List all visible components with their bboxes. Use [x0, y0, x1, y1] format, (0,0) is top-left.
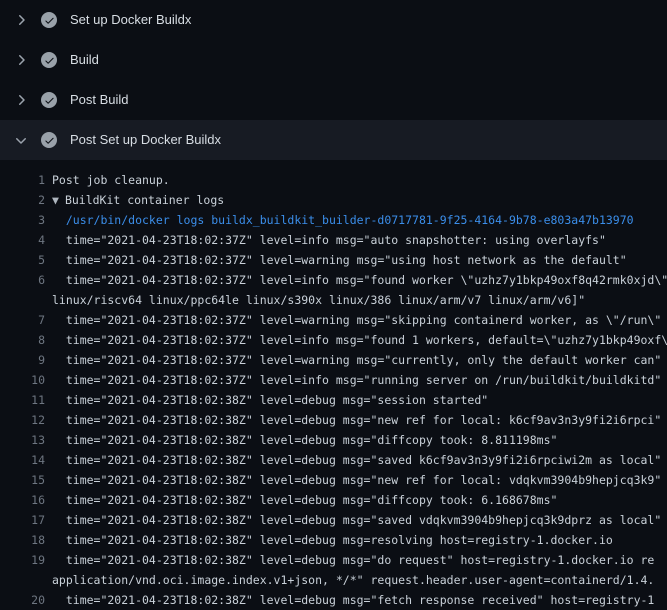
- line-number[interactable]: 17: [0, 510, 45, 530]
- step-header-post-set-up-docker-buildx[interactable]: Post Set up Docker Buildx: [0, 120, 667, 160]
- line-number[interactable]: 10: [0, 370, 45, 390]
- log-line: 9 time="2021-04-23T18:02:37Z" level=warn…: [0, 350, 667, 370]
- line-number: [0, 290, 45, 310]
- log-line: 15 time="2021-04-23T18:02:38Z" level=deb…: [0, 470, 667, 490]
- log-line: 16 time="2021-04-23T18:02:38Z" level=deb…: [0, 490, 667, 510]
- log-line: 6 time="2021-04-23T18:02:37Z" level=info…: [0, 270, 667, 290]
- log-line: 12 time="2021-04-23T18:02:38Z" level=deb…: [0, 410, 667, 430]
- line-number[interactable]: 6: [0, 270, 45, 290]
- line-number: [0, 570, 45, 590]
- log-message-text: time="2021-04-23T18:02:37Z" level=info m…: [52, 330, 667, 350]
- log-line: 14 time="2021-04-23T18:02:38Z" level=deb…: [0, 450, 667, 470]
- check-circle-icon: [41, 12, 57, 28]
- step-label: Build: [70, 52, 99, 68]
- log-message-text: time="2021-04-23T18:02:38Z" level=debug …: [52, 550, 654, 570]
- log-message-text: linux/riscv64 linux/ppc64le linux/s390x …: [52, 290, 585, 310]
- log-message-text: time="2021-04-23T18:02:37Z" level=warnin…: [52, 350, 661, 370]
- log-message-text: time="2021-04-23T18:02:37Z" level=info m…: [52, 230, 606, 250]
- log-message-text: application/vnd.oci.image.index.v1+json,…: [52, 570, 654, 590]
- check-circle-icon: [41, 92, 57, 108]
- log-message-text: time="2021-04-23T18:02:37Z" level=info m…: [52, 270, 667, 290]
- line-number[interactable]: 1: [0, 170, 45, 190]
- log-group-title[interactable]: BuildKit container logs: [65, 193, 224, 207]
- step-log-output: 1 Post job cleanup. 2 ▼ BuildKit container l…: [0, 160, 667, 610]
- log-line: 1 Post job cleanup.: [0, 170, 667, 190]
- log-message-text: time="2021-04-23T18:02:38Z" level=debug …: [52, 450, 661, 470]
- chevron-right-icon: [13, 92, 29, 108]
- line-number[interactable]: 7: [0, 310, 45, 330]
- step-header-set-up-docker-buildx[interactable]: Set up Docker Buildx: [0, 0, 667, 40]
- line-number[interactable]: 15: [0, 470, 45, 490]
- chevron-down-icon: [13, 132, 29, 148]
- line-number[interactable]: 13: [0, 430, 45, 450]
- line-number[interactable]: 9: [0, 350, 45, 370]
- line-number[interactable]: 14: [0, 450, 45, 470]
- log-line: 8 time="2021-04-23T18:02:37Z" level=info…: [0, 330, 667, 350]
- line-number[interactable]: 8: [0, 330, 45, 350]
- log-line-continuation: application/vnd.oci.image.index.v1+json,…: [0, 570, 667, 590]
- log-line: 17 time="2021-04-23T18:02:38Z" level=deb…: [0, 510, 667, 530]
- line-number[interactable]: 16: [0, 490, 45, 510]
- line-number[interactable]: 5: [0, 250, 45, 270]
- log-message-text: time="2021-04-23T18:02:38Z" level=debug …: [52, 390, 488, 410]
- log-message-text: time="2021-04-23T18:02:37Z" level=info m…: [52, 370, 661, 390]
- line-number[interactable]: 11: [0, 390, 45, 410]
- line-number[interactable]: 20: [0, 590, 45, 610]
- log-line: 18 time="2021-04-23T18:02:38Z" level=deb…: [0, 530, 667, 550]
- log-line: 3 /usr/bin/docker logs buildx_buildkit_b…: [0, 210, 667, 230]
- log-message-text: Post job cleanup.: [52, 170, 170, 190]
- log-line: 20 time="2021-04-23T18:02:38Z" level=deb…: [0, 590, 667, 610]
- step-label: Set up Docker Buildx: [70, 12, 191, 28]
- step-label: Post Set up Docker Buildx: [70, 132, 221, 148]
- log-message-text: time="2021-04-23T18:02:38Z" level=debug …: [52, 510, 661, 530]
- line-number[interactable]: 19: [0, 550, 45, 570]
- log-line: 2 ▼ BuildKit container logs: [0, 190, 667, 210]
- chevron-right-icon: [13, 52, 29, 68]
- log-group-header[interactable]: ▼ BuildKit container logs: [52, 190, 224, 210]
- line-number[interactable]: 2: [0, 190, 45, 210]
- command-text: /usr/bin/docker logs buildx_buildkit_bui…: [52, 210, 634, 230]
- log-message-text: time="2021-04-23T18:02:38Z" level=debug …: [52, 470, 661, 490]
- log-message-text: time="2021-04-23T18:02:38Z" level=debug …: [52, 530, 613, 550]
- log-line: 4 time="2021-04-23T18:02:37Z" level=info…: [0, 230, 667, 250]
- line-number[interactable]: 12: [0, 410, 45, 430]
- log-message-text: time="2021-04-23T18:02:37Z" level=warnin…: [52, 250, 627, 270]
- line-number[interactable]: 4: [0, 230, 45, 250]
- line-number[interactable]: 3: [0, 210, 45, 230]
- log-message-text: time="2021-04-23T18:02:38Z" level=debug …: [52, 410, 661, 430]
- step-header-post-build[interactable]: Post Build: [0, 80, 667, 120]
- log-line: 7 time="2021-04-23T18:02:37Z" level=warn…: [0, 310, 667, 330]
- log-group-toggle-icon[interactable]: ▼: [52, 193, 59, 207]
- job-steps-list: Set up Docker Buildx Build Post Build Post …: [0, 0, 667, 160]
- log-message-text: time="2021-04-23T18:02:38Z" level=debug …: [52, 430, 557, 450]
- check-circle-icon: [41, 132, 57, 148]
- log-line: 19 time="2021-04-23T18:02:38Z" level=deb…: [0, 550, 667, 570]
- log-line: 5 time="2021-04-23T18:02:37Z" level=warn…: [0, 250, 667, 270]
- log-message-text: time="2021-04-23T18:02:38Z" level=debug …: [52, 590, 654, 610]
- line-number[interactable]: 18: [0, 530, 45, 550]
- step-label: Post Build: [70, 92, 129, 108]
- check-circle-icon: [41, 52, 57, 68]
- chevron-right-icon: [13, 12, 29, 28]
- log-message-text: time="2021-04-23T18:02:37Z" level=warnin…: [52, 310, 661, 330]
- log-message-text: time="2021-04-23T18:02:38Z" level=debug …: [52, 490, 557, 510]
- log-line-continuation: linux/riscv64 linux/ppc64le linux/s390x …: [0, 290, 667, 310]
- log-line: 11 time="2021-04-23T18:02:38Z" level=deb…: [0, 390, 667, 410]
- log-line: 13 time="2021-04-23T18:02:38Z" level=deb…: [0, 430, 667, 450]
- step-header-build[interactable]: Build: [0, 40, 667, 80]
- log-line: 10 time="2021-04-23T18:02:37Z" level=inf…: [0, 370, 667, 390]
